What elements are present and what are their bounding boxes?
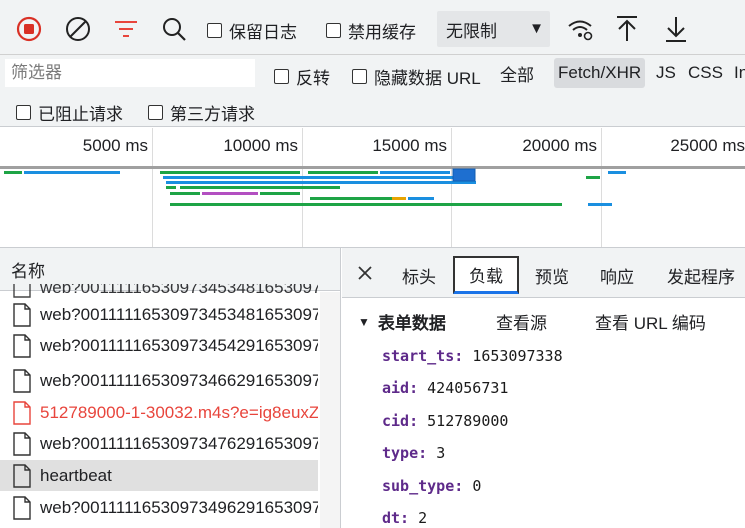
request-list: 名称 web?00111116530973453481653097 web?00… (0, 248, 341, 528)
view-url-encoded-link[interactable]: 查看 URL 编码 (595, 309, 706, 334)
request-name: web?00111116530973453481653097 (40, 284, 318, 297)
tab-initiator[interactable]: 发起程序 (660, 256, 742, 294)
throttling-value: 无限制 (446, 21, 497, 41)
throttling-select[interactable]: 无限制 ▼ (437, 11, 550, 47)
disable-cache-label: 禁用缓存 (348, 23, 416, 42)
checkbox-box[interactable] (207, 23, 222, 38)
request-name: web?00111116530973453481653097 (40, 304, 318, 324)
field-value: 424056731 (427, 379, 509, 397)
hide-data-urls-checkbox[interactable]: 隐藏数据 URL (352, 64, 481, 89)
blocked-requests-label: 已阻止请求 (38, 105, 123, 124)
record-icon[interactable] (16, 16, 42, 42)
list-item[interactable]: web?00111116530973453481653097 (0, 299, 318, 330)
checkbox-box[interactable] (148, 105, 163, 120)
type-filter-js[interactable]: JS (652, 58, 680, 88)
list-item-selected[interactable]: heartbeat (0, 460, 318, 491)
preserve-log-checkbox[interactable]: 保留日志 (207, 18, 297, 43)
type-filter-fetch-xhr[interactable]: Fetch/XHR (554, 58, 646, 88)
name-column-label: 名称 (11, 261, 45, 281)
request-detail-panel: 标头 负载 预览 响应 发起程序 ▼ 表单数据 查看源 查看 URL 编码 st… (342, 248, 745, 528)
field-key: cid: (382, 412, 419, 430)
blocked-requests-checkbox[interactable]: 已阻止请求 (16, 100, 123, 125)
tab-response[interactable]: 响应 (592, 256, 642, 294)
field-value: 3 (436, 444, 446, 462)
checkbox-box[interactable] (274, 69, 289, 84)
list-item-partial[interactable]: web?00111116530973453481653097 (0, 284, 318, 298)
file-icon (12, 463, 32, 488)
preserve-log-label: 保留日志 (229, 23, 297, 42)
invert-checkbox[interactable]: 反转 (274, 64, 330, 89)
third-party-checkbox[interactable]: 第三方请求 (148, 100, 255, 125)
clear-icon[interactable] (65, 16, 91, 42)
field-key: sub_type: (382, 477, 464, 495)
request-name: web?00111116530973496291653097 (40, 497, 318, 517)
tab-headers[interactable]: 标头 (394, 256, 444, 294)
form-field: cid: 512789000 (382, 412, 508, 430)
list-item[interactable]: web?00111116530973476291653097 (0, 428, 318, 459)
close-icon[interactable] (356, 264, 374, 282)
list-item-error[interactable]: 512789000-1-30032.m4s?e=ig8euxZ (0, 397, 318, 428)
request-name: 512789000-1-30032.m4s?e=ig8euxZ (40, 402, 318, 422)
file-icon (12, 284, 32, 298)
request-options-bar: 已阻止请求 第三方请求 (0, 91, 745, 127)
field-value: 2 (418, 509, 428, 527)
field-value: 512789000 (427, 412, 509, 430)
search-icon[interactable] (161, 16, 187, 42)
request-name: web?00111116530973454291653097 (40, 335, 318, 355)
type-filter-all[interactable]: 全部 (496, 58, 538, 88)
file-icon (12, 302, 32, 327)
list-scrollbar[interactable] (320, 292, 340, 528)
checkbox-box[interactable] (16, 105, 31, 120)
tab-preview[interactable]: 预览 (527, 256, 577, 294)
import-har-icon[interactable] (614, 14, 640, 44)
file-icon (12, 495, 32, 520)
type-filter-img[interactable]: In (730, 58, 745, 88)
disable-cache-checkbox[interactable]: 禁用缓存 (326, 18, 416, 43)
request-name: web?00111116530973466291653097 (40, 370, 318, 390)
request-name: heartbeat (40, 465, 112, 485)
list-item[interactable]: web?00111116530973466291653097 (0, 365, 318, 396)
form-data-section: ▼ 表单数据 查看源 查看 URL 编码 (358, 309, 738, 334)
filter-bar: 反转 隐藏数据 URL 全部 Fetch/XHR JS CSS In (0, 55, 745, 91)
file-icon (12, 368, 32, 393)
third-party-label: 第三方请求 (170, 105, 255, 124)
hide-data-urls-label: 隐藏数据 URL (374, 69, 481, 88)
checkbox-box[interactable] (352, 69, 367, 84)
list-item[interactable]: web?00111116530973496291653097 (0, 492, 318, 523)
tab-payload[interactable]: 负载 (453, 256, 519, 294)
network-toolbar: 保留日志 禁用缓存 无限制 ▼ (0, 0, 745, 55)
detail-tabs: 标头 负载 预览 响应 发起程序 (342, 248, 745, 298)
form-field: start_ts: 1653097338 (382, 347, 563, 365)
waterfall-overview (0, 166, 745, 206)
form-field: dt: 2 (382, 509, 427, 527)
export-har-icon[interactable] (663, 14, 689, 44)
collapse-triangle-icon[interactable]: ▼ (358, 315, 370, 329)
field-value: 0 (472, 477, 482, 495)
type-filter-css[interactable]: CSS (684, 58, 727, 88)
filter-icon[interactable] (113, 17, 139, 41)
field-key: start_ts: (382, 347, 464, 365)
wifi-settings-icon[interactable] (566, 16, 594, 42)
invert-label: 反转 (296, 69, 330, 88)
filter-input[interactable] (5, 59, 255, 87)
request-name: web?00111116530973476291653097 (40, 433, 318, 453)
field-value: 1653097338 (472, 347, 563, 365)
field-key: type: (382, 444, 428, 462)
field-key: aid: (382, 379, 419, 397)
view-source-link[interactable]: 查看源 (496, 309, 547, 334)
form-field: type: 3 (382, 444, 445, 462)
field-key: dt: (382, 509, 410, 527)
dropdown-arrow-icon: ▼ (529, 20, 544, 37)
timeline-overview[interactable]: 5000 ms 10000 ms 15000 ms 20000 ms 25000… (0, 128, 745, 248)
file-icon (12, 431, 32, 456)
checkbox-box[interactable] (326, 23, 341, 38)
file-icon (12, 333, 32, 358)
list-item[interactable]: web?00111116530973454291653097 (0, 330, 318, 361)
form-field: aid: 424056731 (382, 379, 508, 397)
section-title: 表单数据 (377, 314, 446, 333)
form-field: sub_type: 0 (382, 477, 481, 495)
file-icon (12, 400, 32, 425)
